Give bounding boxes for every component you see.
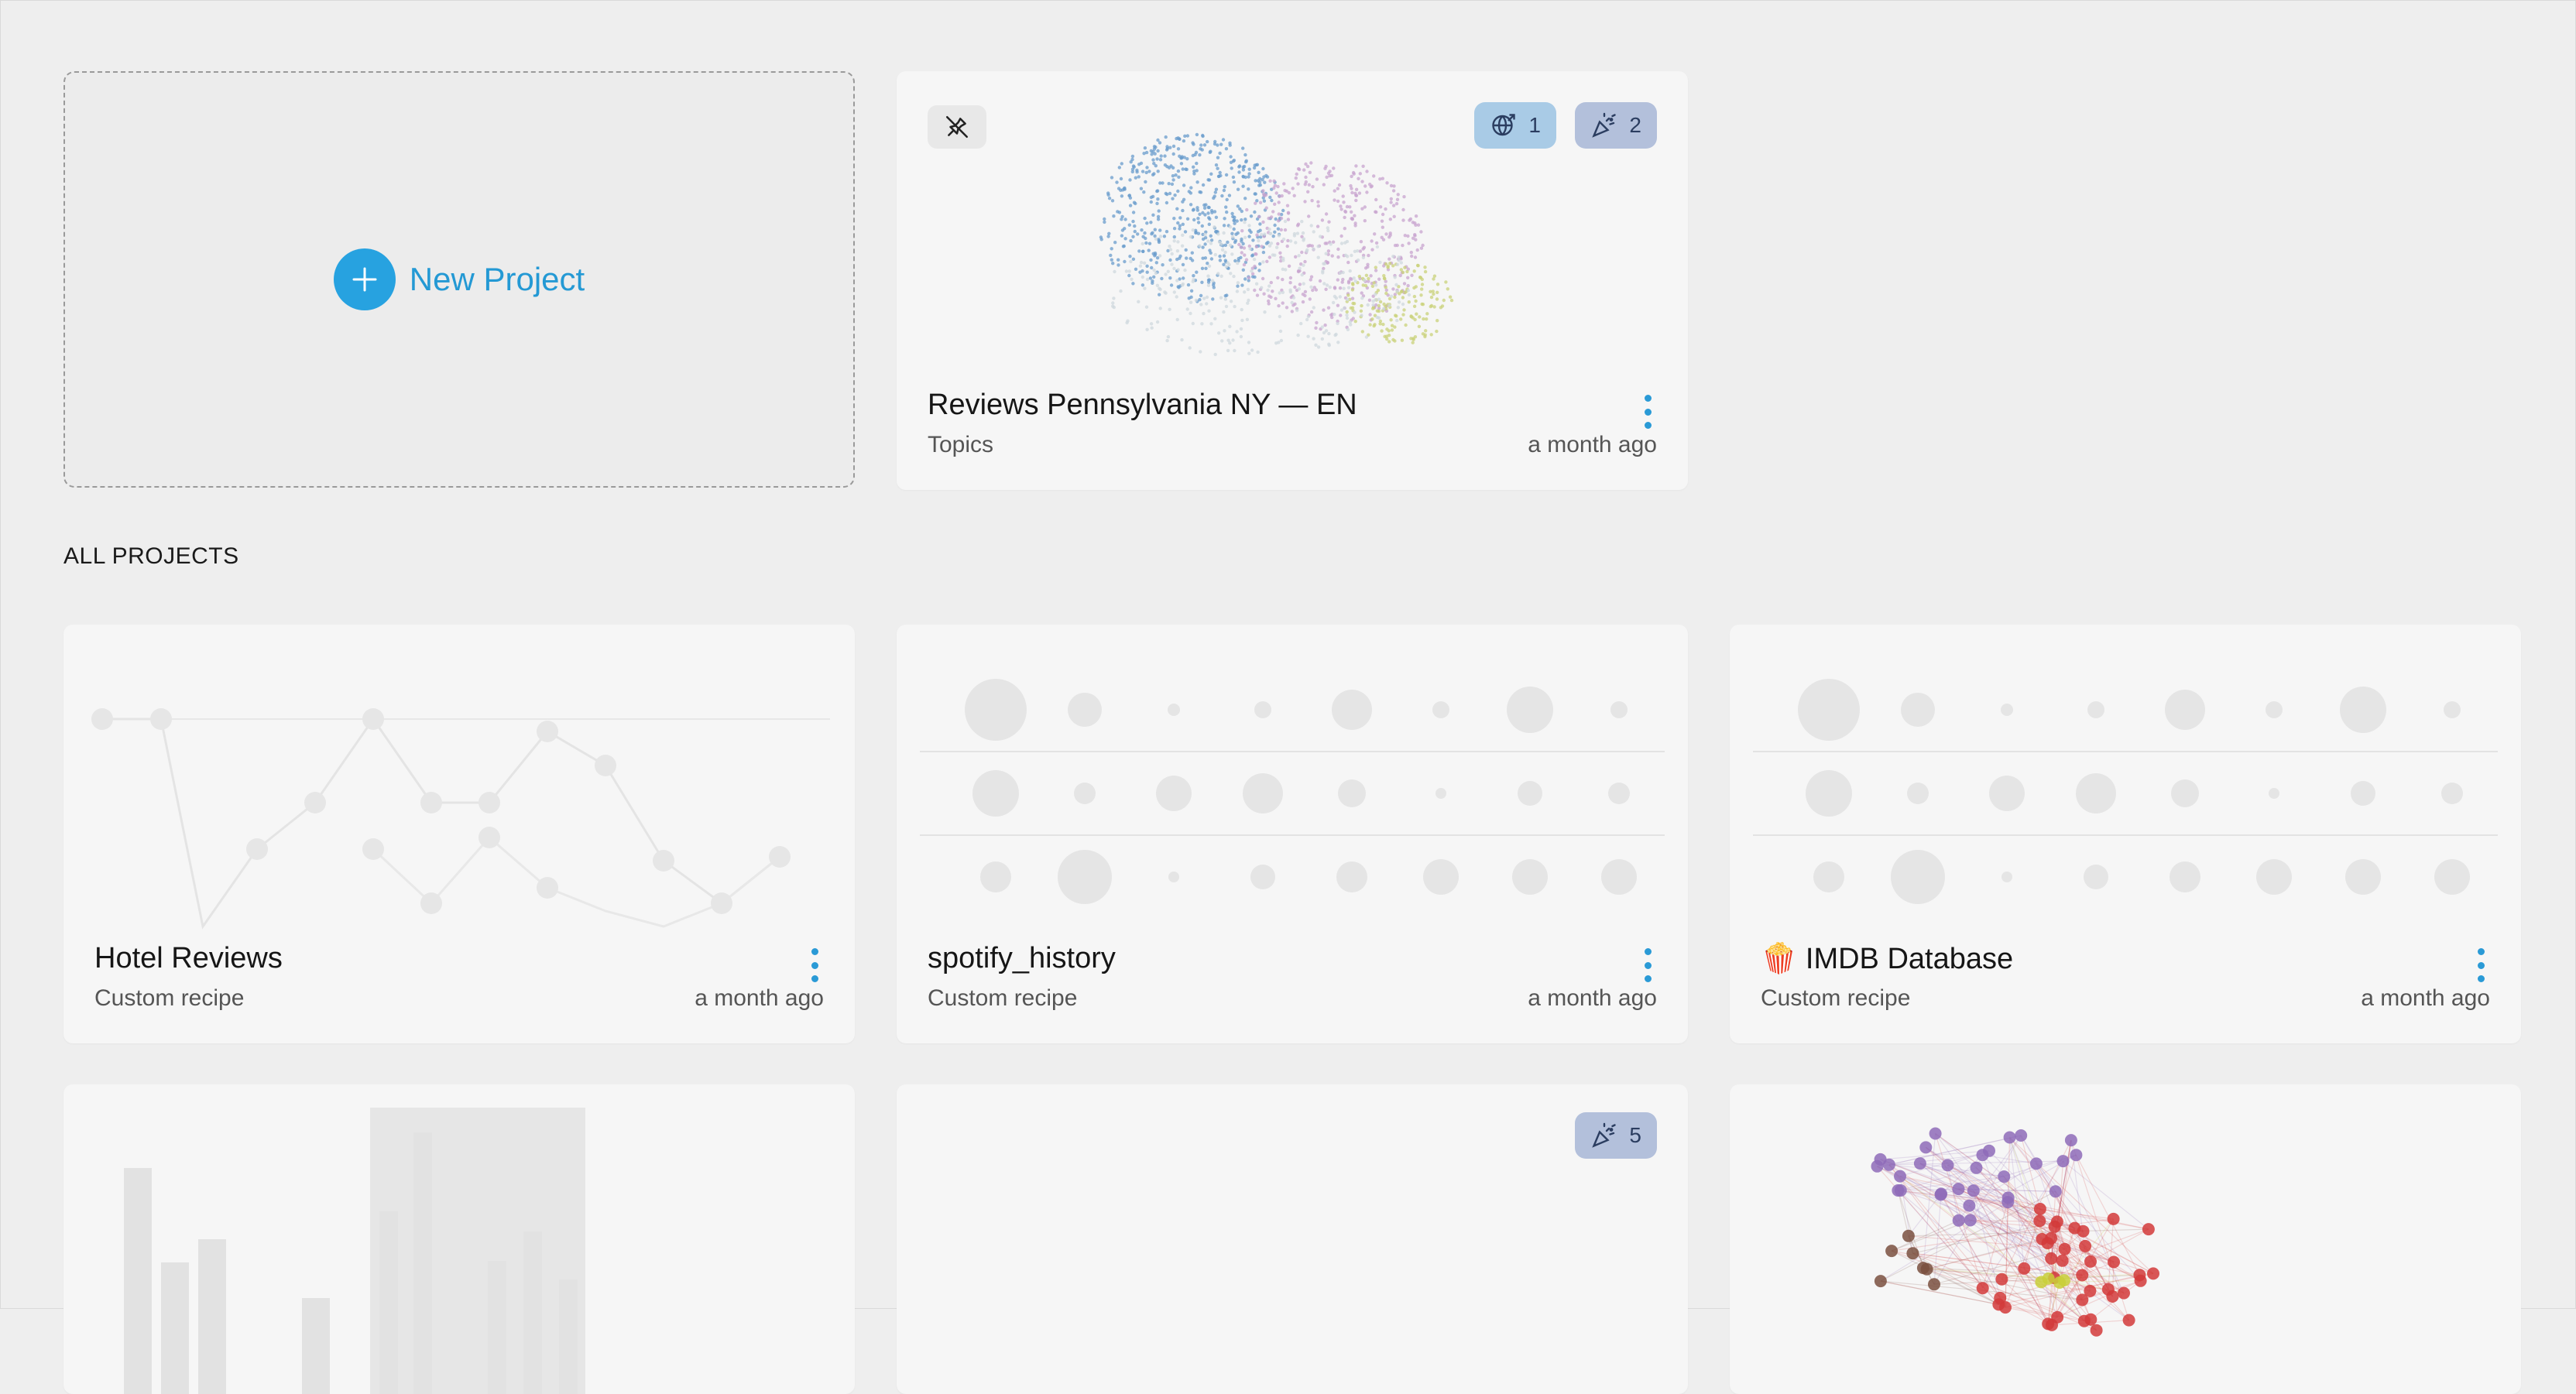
bubble-grid-preview <box>920 679 1665 904</box>
project-title[interactable]: 🍿 IMDB Database <box>1761 942 2013 976</box>
project-time: a month ago <box>2361 985 2490 1011</box>
network-graph-preview <box>1871 1127 2159 1337</box>
project-type: Topics <box>928 432 994 457</box>
project-menu-button[interactable] <box>810 948 819 982</box>
bar-chart-preview <box>124 1108 585 1394</box>
new-project-button[interactable]: New Project <box>333 248 585 310</box>
bubble <box>2351 781 2375 806</box>
bubble <box>1512 859 1548 895</box>
bubble <box>2001 872 2012 882</box>
project-time: a month ago <box>1528 985 1657 1011</box>
published-count: 1 <box>1528 113 1541 137</box>
bubble <box>1435 788 1446 799</box>
bubble <box>1601 859 1637 895</box>
pinned-project-card[interactable]: 1 2 Reviews Pennsylvania NY — EN Topics … <box>897 71 1688 490</box>
unpin-button[interactable] <box>928 105 986 149</box>
project-type: Custom recipe <box>1761 985 1911 1011</box>
bubble <box>2165 690 2205 730</box>
bubble <box>1068 693 1102 727</box>
bubble <box>1518 781 1542 806</box>
bubble <box>1806 770 1852 817</box>
project-card-5[interactable]: 5 <box>897 1084 1688 1394</box>
pin-off-icon <box>945 115 969 139</box>
bubble <box>1254 701 1271 718</box>
project-card-bar-chart[interactable] <box>63 1084 855 1394</box>
insights-count: 5 <box>1629 1123 1641 1147</box>
project-title[interactable]: spotify_history <box>928 942 1116 975</box>
bubble <box>1168 872 1179 882</box>
published-badge[interactable]: 1 <box>1474 102 1556 149</box>
bubble <box>972 770 1019 817</box>
globe-share-icon <box>1492 114 1516 136</box>
bubble <box>1432 701 1449 718</box>
bubble <box>1058 850 1112 904</box>
project-menu-button[interactable] <box>2476 948 2485 982</box>
bubble <box>2340 687 2386 733</box>
project-card-hotel-reviews[interactable]: Hotel Reviews Custom recipe a month ago <box>63 625 855 1043</box>
bubble <box>2076 773 2116 813</box>
project-card-network[interactable] <box>1730 1084 2521 1394</box>
party-popper-icon <box>1592 112 1617 138</box>
bubble <box>2269 788 2279 799</box>
bubble <box>1074 783 1096 804</box>
bubble <box>1907 783 1929 804</box>
insights-badge[interactable]: 5 <box>1575 1112 1657 1159</box>
plus-icon <box>333 248 396 310</box>
project-type: Custom recipe <box>94 985 245 1011</box>
bubble <box>1507 687 1553 733</box>
bubble <box>1798 679 1860 741</box>
bubble <box>2170 861 2200 892</box>
bubble <box>1243 773 1283 813</box>
bubble <box>1891 850 1945 904</box>
insights-count: 2 <box>1629 113 1641 137</box>
project-time: a month ago <box>695 985 824 1011</box>
section-heading: ALL PROJECTS <box>63 543 239 569</box>
bubble <box>1168 704 1180 716</box>
bubble <box>2345 859 2381 895</box>
bubble <box>2256 859 2292 895</box>
bubble <box>2001 704 2013 716</box>
bubble <box>1332 690 1372 730</box>
new-project-card[interactable]: New Project <box>63 71 855 488</box>
project-title[interactable]: Reviews Pennsylvania NY — EN <box>928 389 1357 422</box>
line-chart-preview <box>91 708 830 930</box>
project-title[interactable]: Hotel Reviews <box>94 942 283 975</box>
bubble <box>965 679 1027 741</box>
bubble <box>1608 783 1630 804</box>
bubble <box>980 861 1011 892</box>
project-menu-button[interactable] <box>1643 395 1652 429</box>
bubble <box>1250 865 1275 889</box>
bubble <box>2434 859 2470 895</box>
bubble <box>2171 779 2199 807</box>
project-menu-button[interactable] <box>1643 948 1652 982</box>
bubble <box>1610 701 1628 718</box>
topic-network-preview <box>897 132 1688 490</box>
popcorn-icon: 🍿 <box>1761 943 1798 975</box>
bubble <box>2084 865 2108 889</box>
project-type: Custom recipe <box>928 985 1078 1011</box>
bubble <box>1813 861 1844 892</box>
bubble <box>2444 701 2461 718</box>
bubble <box>1989 776 2025 811</box>
bubble <box>2087 701 2104 718</box>
bubble <box>1901 693 1935 727</box>
new-project-label: New Project <box>409 261 585 297</box>
project-card-spotify-history[interactable]: spotify_history Custom recipe a month ag… <box>897 625 1688 1043</box>
bubble <box>1338 779 1366 807</box>
party-popper-icon <box>1592 1122 1617 1148</box>
project-card-imdb-database[interactable]: 🍿 IMDB Database Custom recipe a month ag… <box>1730 625 2521 1043</box>
bubble <box>1423 859 1459 895</box>
project-title-text: IMDB Database <box>1805 943 2014 975</box>
bubble <box>2441 783 2463 804</box>
bubble <box>1156 776 1192 811</box>
project-time: a month ago <box>1528 432 1657 457</box>
bubble-grid-preview <box>1753 679 2498 904</box>
insights-badge[interactable]: 2 <box>1575 102 1657 149</box>
bubble <box>1336 861 1367 892</box>
bubble <box>2266 701 2283 718</box>
